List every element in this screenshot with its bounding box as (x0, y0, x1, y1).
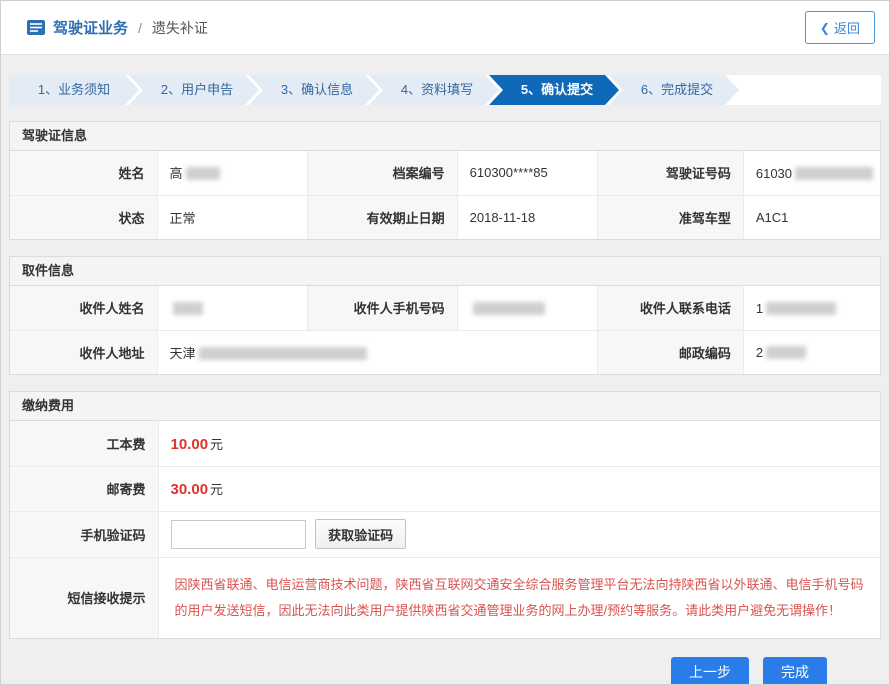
step-4-fill-info[interactable]: 4、资料填写 (369, 75, 499, 105)
table-row: 工本费 10.00元 (10, 421, 880, 466)
value-name: 高 (157, 151, 308, 195)
section-title-pickup: 取件信息 (10, 257, 880, 286)
table-row: 收件人地址 天津 邮政编码 2 (10, 330, 880, 374)
value-file-no: 610300****85 (457, 151, 597, 195)
step-1-business-notice[interactable]: 1、业务须知 (9, 75, 139, 105)
value-sms-code: 获取验证码 (158, 511, 880, 557)
breadcrumb-separator: / (138, 20, 142, 36)
value-recipient-address: 天津 (157, 330, 597, 374)
name-text: 高 (170, 166, 183, 181)
label-mailing-fee: 邮寄费 (10, 466, 158, 511)
value-status: 正常 (157, 195, 308, 239)
redacted-value (473, 302, 545, 315)
production-fee-unit: 元 (210, 437, 223, 452)
step-nav: 1、业务须知 2、用户申告 3、确认信息 4、资料填写 5、确认提交 6、完成提… (9, 75, 881, 105)
redacted-value (795, 167, 873, 180)
back-chevron-icon: ❮ (820, 21, 830, 35)
value-sms-notice: 因陕西省联通、电信运营商技术问题，陕西省互联网交通安全综合服务管理平台无法向持陕… (158, 557, 880, 638)
sms-code-input[interactable] (171, 520, 306, 549)
step-3-confirm-info[interactable]: 3、确认信息 (249, 75, 379, 105)
step-5-confirm-submit[interactable]: 5、确认提交 (489, 75, 619, 105)
step-6-complete-submit[interactable]: 6、完成提交 (609, 75, 739, 105)
label-postal-code: 邮政编码 (597, 330, 743, 374)
pickup-info-table: 收件人姓名 收件人手机号码 收件人联系电话 1 收件人地址 天津 邮政编码 (10, 286, 880, 374)
header: 驾驶证业务 / 遗失补证 ❮ 返回 (1, 1, 889, 55)
table-row: 收件人姓名 收件人手机号码 收件人联系电话 1 (10, 286, 880, 330)
label-file-no: 档案编号 (308, 151, 458, 195)
label-sms-code: 手机验证码 (10, 511, 158, 557)
breadcrumb-current: 遗失补证 (152, 18, 208, 38)
value-production-fee: 10.00元 (158, 421, 880, 466)
license-no-text: 61030 (756, 166, 792, 181)
mailing-fee-amount: 30.00 (171, 481, 209, 498)
label-production-fee: 工本费 (10, 421, 158, 466)
payment-table: 工本费 10.00元 邮寄费 30.00元 手机验证码 获取验证码 短信接收提 (10, 421, 880, 638)
section-pickup-info: 取件信息 收件人姓名 收件人手机号码 收件人联系电话 1 收件人地址 (9, 256, 881, 375)
back-button[interactable]: ❮ 返回 (805, 11, 875, 44)
table-row: 姓名 高 档案编号 610300****85 驾驶证号码 61030 (10, 151, 880, 195)
value-recipient-mobile (457, 286, 597, 330)
section-title-license: 驾驶证信息 (10, 122, 880, 151)
label-expiry: 有效期止日期 (308, 195, 458, 239)
value-recipient-name (157, 286, 308, 330)
value-expiry: 2018-11-18 (457, 195, 597, 239)
back-label: 返回 (834, 18, 860, 37)
table-row: 短信接收提示 因陕西省联通、电信运营商技术问题，陕西省互联网交通安全综合服务管理… (10, 557, 880, 638)
redacted-value (173, 302, 203, 315)
value-license-no: 61030 (743, 151, 880, 195)
license-services-icon (27, 20, 45, 35)
label-sms-notice: 短信接收提示 (10, 557, 158, 638)
sms-notice-text: 因陕西省联通、电信运营商技术问题，陕西省互联网交通安全综合服务管理平台无法向持陕… (175, 572, 865, 624)
get-code-button[interactable]: 获取验证码 (315, 519, 406, 549)
value-vehicle-type: A1C1 (743, 195, 880, 239)
redacted-value (766, 346, 806, 359)
label-status: 状态 (10, 195, 157, 239)
label-license-no: 驾驶证号码 (597, 151, 743, 195)
table-row: 手机验证码 获取验证码 (10, 511, 880, 557)
recipient-phone-text: 1 (756, 301, 763, 316)
value-recipient-phone: 1 (743, 286, 880, 330)
license-info-table: 姓名 高 档案编号 610300****85 驾驶证号码 61030 状态 正常… (10, 151, 880, 239)
label-recipient-phone: 收件人联系电话 (597, 286, 743, 330)
redacted-value (186, 167, 220, 180)
footer-actions: 上一步 完成 (9, 657, 881, 685)
breadcrumb: 驾驶证业务 / 遗失补证 (27, 17, 208, 38)
label-recipient-address: 收件人地址 (10, 330, 157, 374)
table-row: 状态 正常 有效期止日期 2018-11-18 准驾车型 A1C1 (10, 195, 880, 239)
postal-code-text: 2 (756, 345, 763, 360)
label-recipient-mobile: 收件人手机号码 (308, 286, 458, 330)
finish-button[interactable]: 完成 (763, 657, 827, 685)
label-name: 姓名 (10, 151, 157, 195)
section-title-payment: 缴纳费用 (10, 392, 880, 421)
section-license-info: 驾驶证信息 姓名 高 档案编号 610300****85 驾驶证号码 61030… (9, 121, 881, 240)
label-vehicle-type: 准驾车型 (597, 195, 743, 239)
page: 驾驶证业务 / 遗失补证 ❮ 返回 1、业务须知 2、用户申告 3、确认信息 4… (0, 0, 890, 685)
recipient-address-text: 天津 (170, 346, 196, 361)
step-2-user-declaration[interactable]: 2、用户申告 (129, 75, 259, 105)
redacted-value (766, 302, 836, 315)
redacted-value (199, 347, 367, 360)
label-recipient-name: 收件人姓名 (10, 286, 157, 330)
table-row: 邮寄费 30.00元 (10, 466, 880, 511)
mailing-fee-unit: 元 (210, 482, 223, 497)
value-postal-code: 2 (743, 330, 880, 374)
previous-step-button[interactable]: 上一步 (671, 657, 749, 685)
production-fee-amount: 10.00 (171, 436, 209, 453)
page-title: 驾驶证业务 (53, 17, 128, 38)
value-mailing-fee: 30.00元 (158, 466, 880, 511)
section-payment-fees: 缴纳费用 工本费 10.00元 邮寄费 30.00元 手机验证码 获取验证码 (9, 391, 881, 639)
